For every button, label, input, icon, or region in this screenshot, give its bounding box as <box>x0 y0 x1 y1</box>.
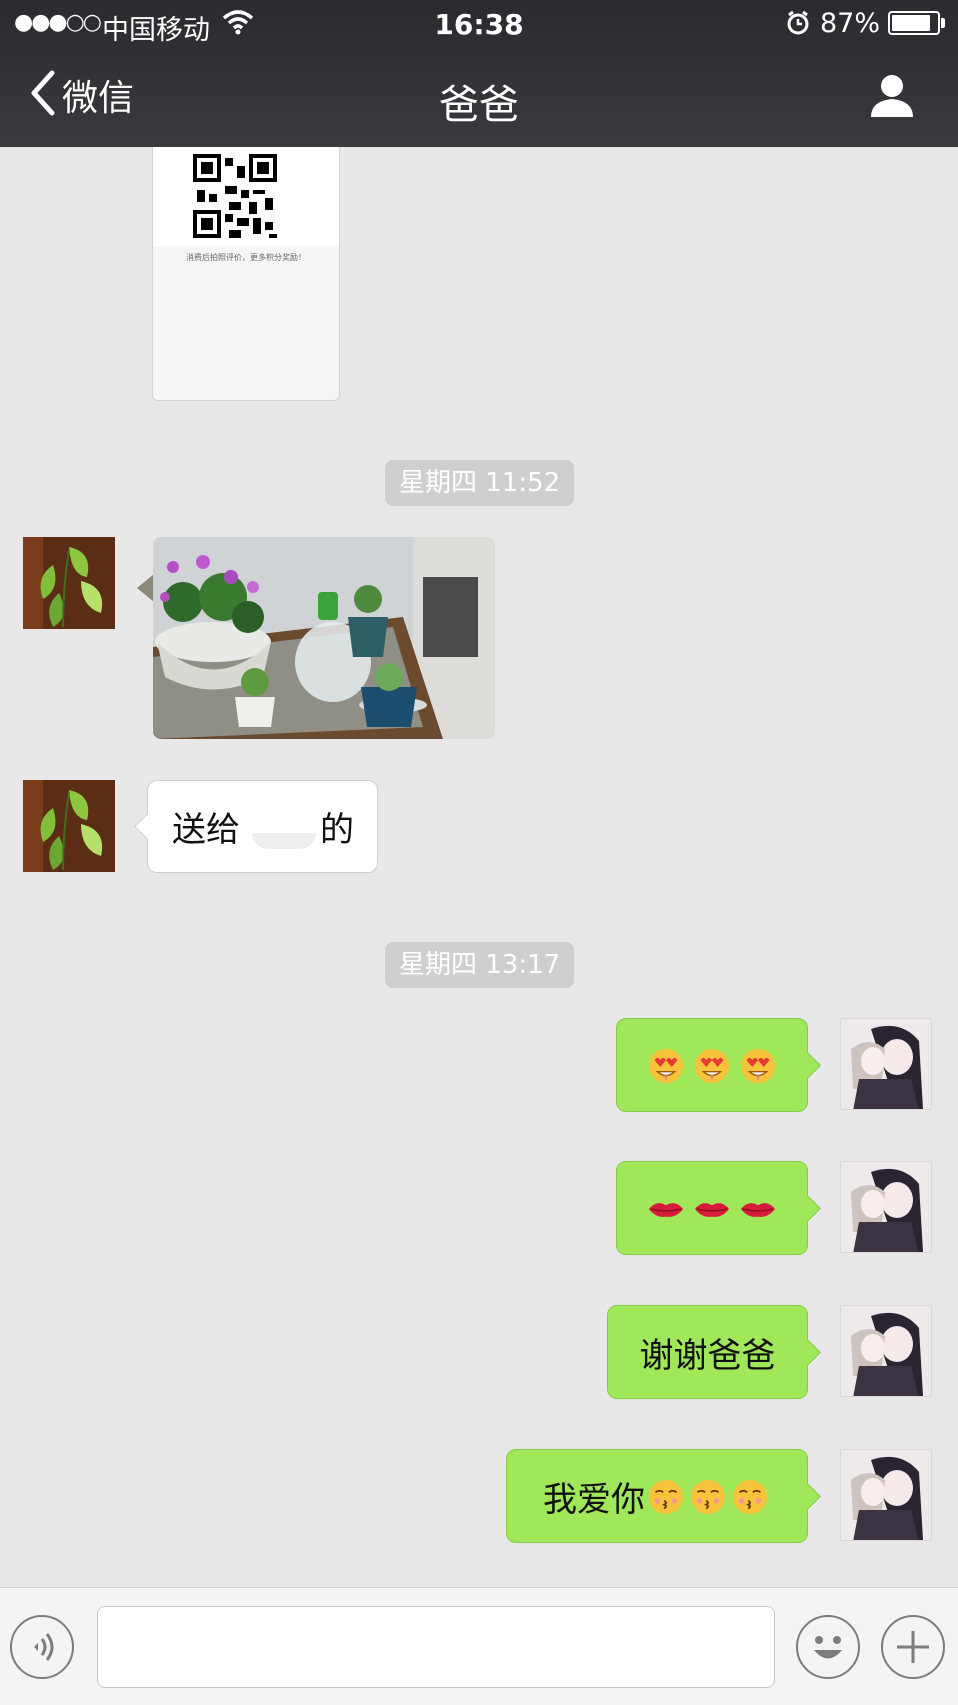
battery-tip <box>941 18 945 28</box>
lips-emoji <box>689 1188 735 1229</box>
lips-emoji <box>643 1188 689 1229</box>
more-button[interactable] <box>881 1615 945 1679</box>
heart-eyes-emoji <box>689 1045 735 1086</box>
incoming-message-bubble[interactable]: 送给 的 <box>134 780 378 873</box>
heart-eyes-emoji <box>735 1045 781 1086</box>
chat-title: 爸爸 <box>439 82 519 128</box>
lips-emoji <box>735 1188 781 1229</box>
message-text: 谢谢爸爸 <box>639 1335 776 1376</box>
my-avatar[interactable] <box>840 1161 932 1253</box>
bubble-tail <box>794 1483 821 1510</box>
card-caption: 消费后拍照评价，更多积分奖励！ <box>186 253 306 262</box>
my-avatar[interactable] <box>840 1305 932 1397</box>
voice-button[interactable] <box>10 1615 74 1679</box>
outgoing-message-bubble[interactable]: 谢谢爸爸 <box>607 1305 821 1399</box>
card-qr-area <box>153 147 339 246</box>
alarm-icon <box>786 10 810 40</box>
battery-icon <box>888 11 940 35</box>
bubble-tail <box>134 813 161 840</box>
battery-fill <box>892 15 931 31</box>
shared-card[interactable]: 消费后拍照评价，更多积分奖励！ <box>152 147 340 401</box>
status-time: 16:38 <box>434 8 524 41</box>
chat-area[interactable]: 消费后拍照评价，更多积分奖励！ 星期四 11:52 送给 的 星期四 13:17… <box>0 147 958 1587</box>
message-input[interactable] <box>97 1606 775 1688</box>
kissing-emoji <box>729 1476 771 1517</box>
kissing-emoji <box>645 1476 687 1517</box>
my-avatar[interactable] <box>840 1018 932 1110</box>
chat-photo[interactable] <box>153 537 495 739</box>
timestamp: 星期四 11:52 <box>385 460 575 506</box>
qr-code-image <box>193 154 277 238</box>
status-bar: ●●●○○ 中国移动 16:38 87% <box>0 0 958 48</box>
top-bar: ●●●○○ 中国移动 16:38 87% 微信 爸爸 <box>0 0 958 147</box>
bubble-tail <box>794 1339 821 1366</box>
kissing-emoji <box>687 1476 729 1517</box>
input-toolbar <box>0 1587 958 1705</box>
bubble-tail <box>794 1195 821 1222</box>
outgoing-message-bubble[interactable]: 我爱你 <box>506 1449 821 1543</box>
message-text: 的 <box>320 810 354 850</box>
bubble-tail <box>137 574 154 602</box>
emoji-button[interactable] <box>796 1615 860 1679</box>
timestamp: 星期四 13:17 <box>385 942 575 988</box>
battery-percent: 87% <box>820 8 881 39</box>
contact-avatar[interactable] <box>23 537 115 629</box>
heart-eyes-emoji <box>643 1045 689 1086</box>
contact-avatar[interactable] <box>23 780 115 872</box>
message-text: 送给 <box>172 810 240 850</box>
outgoing-message-bubble[interactable] <box>616 1161 821 1255</box>
outgoing-message-bubble[interactable] <box>616 1018 821 1112</box>
message-gap <box>240 807 320 849</box>
bubble-tail <box>794 1052 821 1079</box>
my-avatar[interactable] <box>840 1449 932 1541</box>
message-text: 我爱你 <box>543 1479 645 1520</box>
person-icon[interactable] <box>868 74 916 122</box>
